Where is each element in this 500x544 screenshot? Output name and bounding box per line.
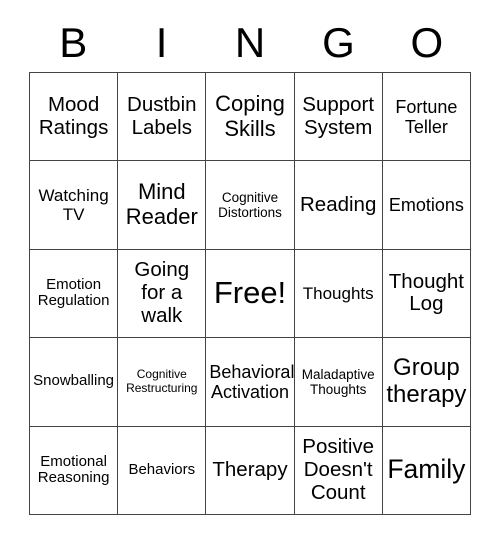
bingo-cell[interactable]: Thoughts — [294, 249, 383, 339]
bingo-cell-label: Fortune Teller — [395, 96, 458, 137]
bingo-cell-label: Positive Doesn't Count — [302, 434, 375, 504]
bingo-cell-label: Going for a walk — [134, 258, 190, 327]
bingo-cell[interactable]: Reading — [294, 161, 383, 250]
bingo-cell[interactable]: Thought Log — [382, 249, 471, 339]
bingo-cell[interactable]: Therapy — [206, 426, 295, 515]
bingo-cell[interactable]: Family — [382, 426, 471, 515]
bingo-cell-label: Family — [387, 454, 466, 485]
bingo-cell[interactable]: Cognitive Restructuring — [118, 338, 207, 427]
bingo-cell[interactable]: Behaviors — [118, 426, 207, 515]
bingo-cell-label: Behavioral Activation — [209, 361, 295, 402]
bingo-cell-label: Emotions — [388, 195, 464, 216]
bingo-cell[interactable]: Group therapy — [382, 338, 471, 427]
bingo-cell[interactable]: Support System — [294, 73, 383, 162]
bingo-cell[interactable]: Mood Ratings — [30, 73, 119, 162]
bingo-cell-label: Mood Ratings — [38, 92, 109, 139]
bingo-cell[interactable]: Behavioral Activation — [206, 338, 295, 427]
bingo-cell-label: Support System — [302, 92, 375, 139]
bingo-cell[interactable]: Fortune Teller — [382, 73, 471, 162]
header-letter-i: I — [155, 19, 168, 66]
bingo-cell-label: Coping Skills — [215, 91, 285, 141]
bingo-cell[interactable]: Positive Doesn't Count — [294, 426, 383, 515]
bingo-cell[interactable]: Dustbin Labels — [118, 73, 207, 162]
bingo-cell-label: Maladaptive Thoughts — [301, 366, 375, 397]
header-letter-b: B — [59, 19, 88, 66]
bingo-cell[interactable]: Going for a walk — [118, 249, 207, 339]
bingo-card: B I N G O Mood Ratings Dustbin Labels Co… — [0, 0, 500, 544]
bingo-cell-label: Group therapy — [386, 354, 467, 408]
bingo-cell-label: Behaviors — [128, 460, 196, 478]
header-letter-n: N — [234, 19, 266, 66]
bingo-cell-free[interactable]: Free! — [206, 249, 295, 339]
bingo-cell-label: Emotional Reasoning — [37, 452, 110, 487]
bingo-cell[interactable]: Maladaptive Thoughts — [294, 338, 383, 427]
bingo-header: B I N G O — [29, 17, 471, 69]
header-letter-o: O — [410, 19, 444, 66]
bingo-cell[interactable]: Watching TV — [30, 161, 119, 250]
bingo-cell[interactable]: Emotional Reasoning — [30, 426, 119, 515]
bingo-cell-label: Watching TV — [38, 186, 109, 225]
bingo-cell-label: Mind Reader — [125, 179, 198, 230]
bingo-cell-label: Dustbin Labels — [127, 92, 197, 139]
bingo-cell-label: Thoughts — [302, 283, 374, 303]
bingo-cell-label: Snowballing — [33, 372, 115, 390]
bingo-grid: Mood Ratings Dustbin Labels Coping Skill… — [29, 72, 471, 515]
bingo-cell-label: Cognitive Restructuring — [126, 367, 198, 395]
bingo-cell-label: Therapy — [212, 457, 288, 481]
header-letter-g: G — [322, 19, 355, 66]
bingo-cell[interactable]: Emotions — [382, 161, 471, 250]
bingo-cell[interactable]: Emotion Regulation — [30, 249, 119, 339]
bingo-cell[interactable]: Cognitive Distortions — [206, 161, 295, 250]
bingo-cell-label: Cognitive Distortions — [218, 189, 282, 221]
bingo-cell[interactable]: Mind Reader — [118, 161, 207, 250]
bingo-cell[interactable]: Coping Skills — [206, 73, 295, 162]
bingo-cell-label: Thought Log — [388, 269, 464, 316]
bingo-cell[interactable]: Snowballing — [30, 338, 119, 427]
bingo-cell-label: Reading — [300, 192, 377, 216]
bingo-cell-free-label: Free! — [213, 275, 287, 311]
bingo-cell-label: Emotion Regulation — [37, 275, 110, 310]
